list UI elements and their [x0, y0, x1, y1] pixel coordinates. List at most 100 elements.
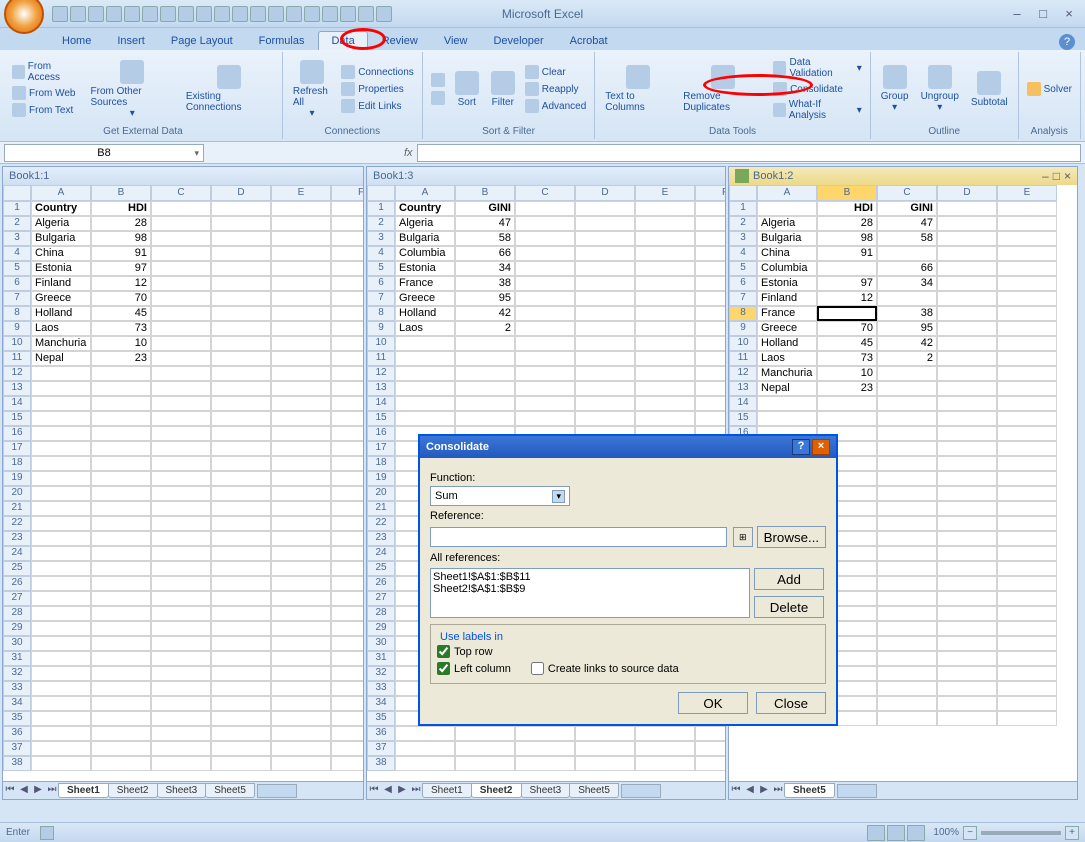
cell[interactable] [997, 366, 1057, 381]
cell[interactable] [271, 321, 331, 336]
cell[interactable]: 47 [455, 216, 515, 231]
cell[interactable] [817, 411, 877, 426]
cell[interactable] [937, 201, 997, 216]
row-header[interactable]: 14 [729, 396, 757, 411]
row-header[interactable]: 38 [367, 756, 395, 771]
cell[interactable] [635, 306, 695, 321]
cell[interactable] [997, 456, 1057, 471]
qat-btn[interactable] [106, 6, 122, 22]
cell[interactable] [695, 321, 725, 336]
cell[interactable] [151, 411, 211, 426]
cell[interactable] [331, 621, 363, 636]
cell[interactable] [31, 681, 91, 696]
cell[interactable] [877, 501, 937, 516]
cell[interactable] [877, 651, 937, 666]
cell[interactable] [91, 381, 151, 396]
cell[interactable] [515, 396, 575, 411]
cell[interactable] [331, 366, 363, 381]
cell[interactable] [91, 426, 151, 441]
filter-button[interactable]: Filter [487, 69, 519, 110]
cell[interactable] [395, 336, 455, 351]
cell[interactable] [695, 381, 725, 396]
qat-btn[interactable] [286, 6, 302, 22]
h-scrollbar[interactable] [621, 784, 723, 798]
sheet-tab[interactable]: Sheet1 [58, 783, 109, 798]
cell[interactable]: Country [395, 201, 455, 216]
cell[interactable]: Manchuria [757, 366, 817, 381]
cell[interactable] [211, 741, 271, 756]
row-header[interactable]: 8 [729, 306, 757, 321]
row-header[interactable]: 21 [367, 501, 395, 516]
cell[interactable] [151, 546, 211, 561]
cell[interactable] [455, 741, 515, 756]
cell[interactable] [151, 261, 211, 276]
view-page-layout[interactable] [887, 825, 905, 841]
cell[interactable] [757, 201, 817, 216]
cell[interactable] [31, 471, 91, 486]
cell[interactable]: 10 [817, 366, 877, 381]
view-page-break[interactable] [907, 825, 925, 841]
cell[interactable] [211, 381, 271, 396]
cell[interactable] [695, 741, 725, 756]
row-header[interactable]: 7 [367, 291, 395, 306]
cell[interactable] [331, 201, 363, 216]
cell[interactable] [211, 261, 271, 276]
cell[interactable]: Algeria [757, 216, 817, 231]
reapply-button[interactable]: Reapply [523, 81, 588, 97]
cell[interactable] [575, 261, 635, 276]
cell[interactable] [877, 366, 937, 381]
cell[interactable] [91, 396, 151, 411]
cell[interactable]: 28 [91, 216, 151, 231]
cell[interactable] [91, 741, 151, 756]
cell[interactable] [31, 606, 91, 621]
cell[interactable] [575, 246, 635, 261]
row-header[interactable]: 36 [367, 726, 395, 741]
zoom-level[interactable]: 100% [933, 827, 959, 838]
cell[interactable] [211, 666, 271, 681]
cell[interactable] [211, 411, 271, 426]
cell[interactable] [515, 231, 575, 246]
cell[interactable] [271, 246, 331, 261]
cell[interactable] [271, 366, 331, 381]
cell[interactable] [515, 261, 575, 276]
cell[interactable] [31, 651, 91, 666]
cell[interactable] [937, 651, 997, 666]
cell[interactable] [937, 471, 997, 486]
row-header[interactable]: 20 [3, 486, 31, 501]
row-header[interactable]: 10 [729, 336, 757, 351]
cell[interactable] [455, 396, 515, 411]
col-header[interactable]: B [455, 185, 515, 201]
qat-btn[interactable] [304, 6, 320, 22]
zoom-in[interactable]: + [1065, 826, 1079, 840]
row-header[interactable]: 13 [729, 381, 757, 396]
cell[interactable] [91, 576, 151, 591]
cell[interactable] [151, 711, 211, 726]
col-header[interactable]: C [151, 185, 211, 201]
cell[interactable] [515, 726, 575, 741]
cell[interactable] [31, 591, 91, 606]
cell[interactable]: 23 [817, 381, 877, 396]
row-header[interactable]: 7 [729, 291, 757, 306]
row-header[interactable]: 27 [3, 591, 31, 606]
cell[interactable] [395, 351, 455, 366]
cell[interactable] [271, 516, 331, 531]
cell[interactable] [31, 516, 91, 531]
cell[interactable] [877, 426, 937, 441]
cell[interactable] [331, 291, 363, 306]
cell[interactable] [331, 246, 363, 261]
cell[interactable] [695, 756, 725, 771]
col-header[interactable]: F [331, 185, 363, 201]
cell[interactable] [31, 711, 91, 726]
cell[interactable] [877, 516, 937, 531]
cell[interactable] [635, 351, 695, 366]
cell[interactable] [997, 321, 1057, 336]
cell[interactable] [331, 516, 363, 531]
cell[interactable]: 70 [817, 321, 877, 336]
row-header[interactable]: 34 [367, 696, 395, 711]
tab-review[interactable]: Review [370, 32, 430, 50]
h-scrollbar[interactable] [837, 784, 1075, 798]
sheet-tab[interactable]: Sheet3 [157, 783, 207, 798]
cell[interactable] [937, 306, 997, 321]
row-header[interactable]: 28 [367, 606, 395, 621]
cell[interactable] [635, 411, 695, 426]
